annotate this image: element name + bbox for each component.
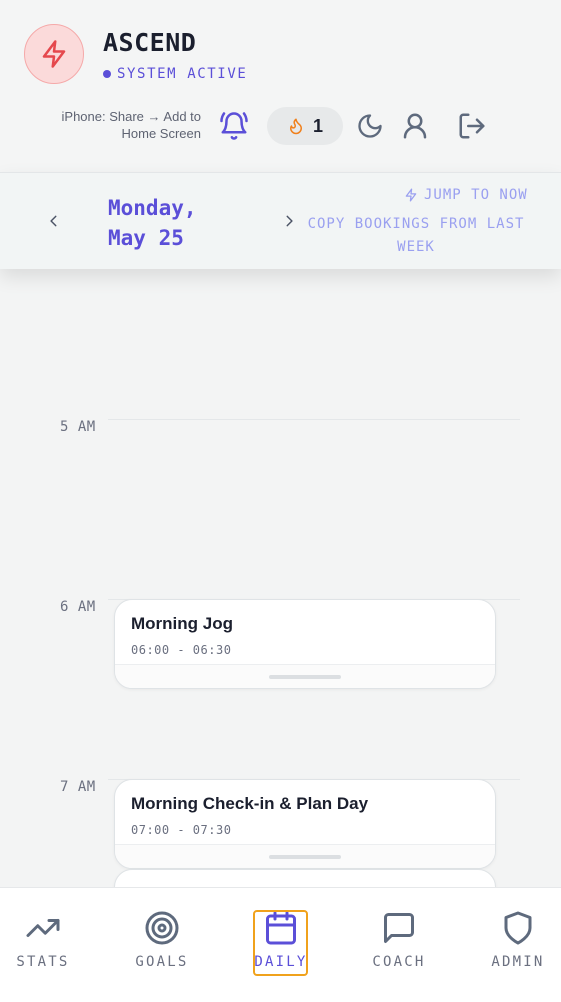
nav-admin[interactable]: ADMIN	[478, 910, 558, 970]
nav-label: GOALS	[135, 954, 189, 970]
previous-day-button[interactable]	[44, 211, 64, 231]
nav-label: DAILY	[254, 954, 308, 970]
date-weekday: Monday,	[108, 196, 197, 220]
nav-label: STATS	[16, 954, 70, 970]
streak-count: 1	[312, 115, 323, 136]
day-timeline[interactable]: 5 AM 6 AM 7 AM Morning Jog 06:00 - 06:30…	[0, 269, 561, 887]
logout-icon	[459, 113, 485, 139]
app-logo	[24, 24, 84, 84]
next-day-button[interactable]	[279, 211, 299, 231]
nav-daily[interactable]: DAILY	[241, 910, 321, 970]
shield-icon	[504, 911, 532, 945]
target-icon	[145, 911, 179, 945]
hour-label: 7 AM	[60, 779, 96, 795]
event-title: Morning Jog	[131, 614, 233, 633]
chat-icon	[384, 913, 414, 943]
copy-bookings-button[interactable]: COPY BOOKINGS FROM LAST WEEK	[306, 213, 526, 259]
nav-goals[interactable]: GOALS	[122, 910, 202, 970]
app-title: ASCEND	[103, 28, 197, 57]
nav-label: ADMIN	[491, 954, 545, 970]
notifications-button[interactable]	[218, 110, 250, 142]
current-date: Monday, May 25	[108, 193, 218, 253]
event-title: Morning Check-in & Plan Day	[131, 794, 369, 813]
event-resize-handle[interactable]	[269, 855, 341, 859]
event-time: 06:00 - 06:30	[131, 643, 232, 657]
moon-icon	[358, 114, 382, 138]
user-icon	[403, 113, 427, 139]
nav-label: COACH	[372, 954, 426, 970]
event-card[interactable]: Morning Check-in & Plan Day 07:00 - 07:3…	[114, 779, 496, 869]
lightning-icon	[405, 188, 417, 202]
system-status: SYSTEM ACTIVE	[103, 66, 247, 82]
event-footer	[115, 664, 495, 688]
app-header: ASCEND SYSTEM ACTIVE iPhone: Share → Add…	[0, 0, 561, 172]
event-time: 07:00 - 07:30	[131, 823, 232, 837]
lightning-icon	[42, 40, 66, 68]
streak-badge[interactable]: 1	[267, 107, 343, 145]
hour-gridline	[108, 419, 520, 420]
install-hint: iPhone: Share → Add to Home Screen	[61, 109, 201, 141]
date-day: May 25	[108, 226, 184, 250]
profile-button[interactable]	[399, 109, 431, 143]
theme-toggle-button[interactable]	[355, 111, 385, 141]
nav-coach[interactable]: COACH	[359, 910, 439, 970]
event-footer	[115, 844, 495, 868]
nav-stats[interactable]: STATS	[3, 910, 83, 970]
hour-label: 5 AM	[60, 419, 96, 435]
status-text: SYSTEM ACTIVE	[117, 66, 248, 82]
event-resize-handle[interactable]	[269, 675, 341, 679]
jump-to-now-button[interactable]: JUMP TO NOW	[404, 187, 528, 203]
trending-up-icon	[26, 919, 60, 937]
chevron-right-icon	[286, 215, 293, 227]
logout-button[interactable]	[456, 111, 488, 141]
bottom-navigation: STATS GOALS DAILY COACH ADMIN	[0, 887, 561, 1002]
hour-label: 6 AM	[60, 599, 96, 615]
event-card[interactable]: Morning Jog 06:00 - 06:30	[114, 599, 496, 689]
status-dot	[103, 70, 111, 78]
flame-icon	[289, 118, 302, 135]
chevron-left-icon	[50, 215, 57, 227]
event-card[interactable]	[114, 869, 496, 887]
bell-icon	[220, 112, 248, 140]
calendar-icon	[266, 911, 296, 945]
jump-to-now-label: JUMP TO NOW	[424, 187, 528, 203]
date-navigation-bar: Monday, May 25 JUMP TO NOW COPY BOOKINGS…	[0, 172, 561, 269]
